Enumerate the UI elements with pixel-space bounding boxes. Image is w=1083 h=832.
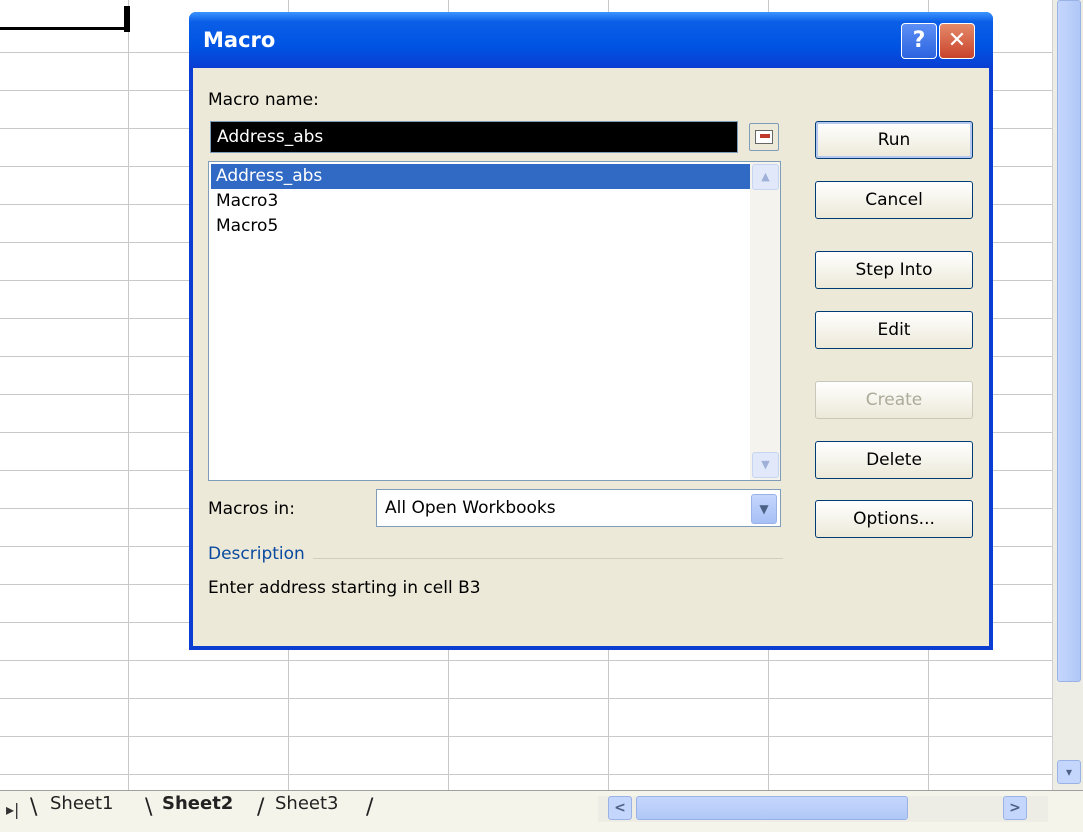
- vertical-scroll-thumb[interactable]: [1057, 0, 1081, 682]
- list-scroll-up-icon[interactable]: ▲: [752, 164, 779, 190]
- tab-separator: \: [30, 795, 38, 820]
- description-label: Description: [208, 544, 305, 564]
- macros-in-label: Macros in:: [208, 499, 295, 519]
- tab-sheet2[interactable]: Sheet2: [162, 793, 233, 814]
- cancel-button[interactable]: Cancel: [815, 181, 973, 219]
- help-button[interactable]: ?: [901, 23, 937, 59]
- list-scroll-down-icon[interactable]: ▼: [752, 452, 779, 478]
- dialog-body: Macro name: Address_abs Macro3 Macro5 ▲ …: [193, 68, 989, 646]
- macro-name-field[interactable]: [210, 121, 738, 153]
- horizontal-scroll-thumb[interactable]: [636, 796, 908, 820]
- horizontal-scrollbar[interactable]: < >: [598, 796, 1048, 822]
- list-scrollbar[interactable]: ▲ ▼: [750, 162, 780, 480]
- step-into-button[interactable]: Step Into: [815, 251, 973, 289]
- tab-sheet3[interactable]: Sheet3: [275, 793, 339, 814]
- macros-in-select[interactable]: All Open Workbooks ▼: [376, 489, 781, 527]
- scroll-down-button[interactable]: ▾: [1057, 760, 1081, 784]
- scroll-left-button[interactable]: <: [608, 796, 632, 820]
- options-button[interactable]: Options...: [815, 500, 973, 538]
- scroll-right-button[interactable]: >: [1003, 796, 1027, 820]
- active-cell-border: [0, 27, 130, 30]
- description-text: Enter address starting in cell B3: [208, 578, 481, 598]
- description-divider: [313, 558, 783, 559]
- dialog-title: Macro: [203, 28, 276, 52]
- collapse-dialog-icon[interactable]: [749, 123, 779, 151]
- macro-name-label: Macro name:: [208, 90, 319, 110]
- list-item[interactable]: Address_abs: [211, 164, 751, 189]
- list-item[interactable]: Macro3: [211, 189, 278, 214]
- tab-separator: /: [366, 795, 374, 820]
- close-button[interactable]: ✕: [939, 23, 975, 59]
- tab-nav-last-icon[interactable]: ▸|: [6, 800, 19, 819]
- fill-handle[interactable]: [124, 6, 130, 32]
- tab-separator: \: [145, 795, 153, 820]
- create-button: Create: [815, 381, 973, 419]
- macro-dialog: Macro ? ✕ Macro name: Address_abs Macro3…: [189, 12, 993, 650]
- dialog-title-bar[interactable]: Macro ? ✕: [189, 12, 993, 68]
- macro-name-input[interactable]: [211, 122, 737, 152]
- delete-button[interactable]: Delete: [815, 441, 973, 479]
- tab-sheet1[interactable]: Sheet1: [50, 793, 114, 814]
- list-item[interactable]: Macro5: [211, 214, 278, 239]
- vertical-scrollbar[interactable]: ▾: [1052, 0, 1083, 790]
- edit-button[interactable]: Edit: [815, 311, 973, 349]
- macro-list[interactable]: Address_abs Macro3 Macro5 ▲ ▼: [208, 161, 781, 481]
- tab-separator: /: [257, 795, 265, 820]
- run-button[interactable]: Run: [815, 121, 973, 159]
- chevron-down-icon[interactable]: ▼: [751, 494, 777, 524]
- macros-in-value: All Open Workbooks: [385, 498, 556, 518]
